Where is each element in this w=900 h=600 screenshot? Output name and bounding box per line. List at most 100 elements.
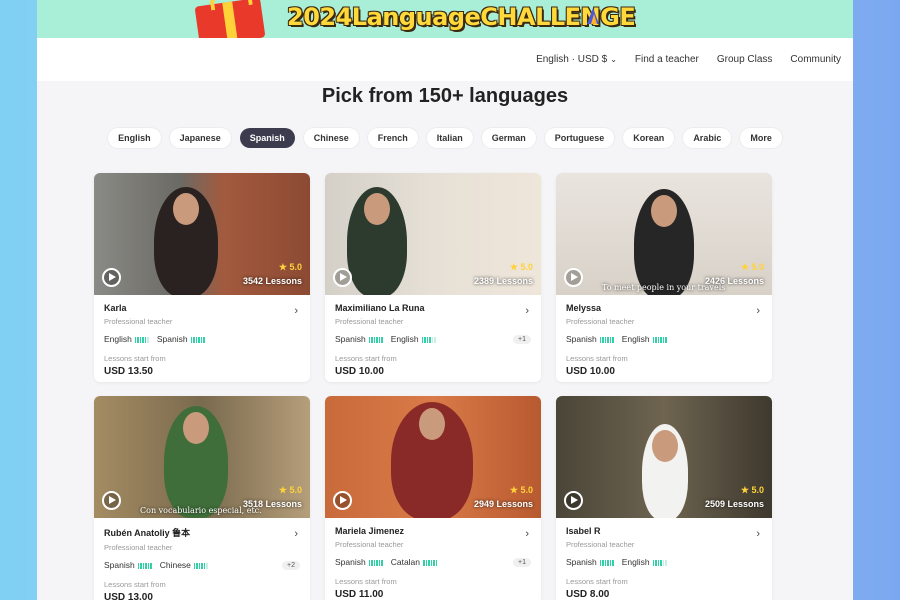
lessons-from-label: Lessons start from: [566, 354, 628, 363]
teacher-video-thumbnail[interactable]: ★ 5.0 2949 Lessons: [325, 396, 541, 518]
lesson-count: 2509 Lessons: [704, 499, 764, 509]
teacher-face: [183, 412, 209, 444]
rating: ★ 5.0: [279, 262, 302, 273]
spoken-languages: Spanish English: [566, 557, 762, 567]
chevron-right-icon[interactable]: ›: [525, 528, 529, 540]
lessons-from-label: Lessons start from: [104, 354, 166, 363]
more-languages-badge[interactable]: +1: [513, 557, 531, 567]
language-pill-chinese[interactable]: Chinese: [303, 128, 359, 148]
top-nav: English · USD $ ⌄ Find a teacher Group Cl…: [37, 38, 853, 81]
proficiency-level-icon: [652, 336, 667, 343]
proficiency-level-icon: [190, 336, 205, 343]
rating: ★ 5.0: [510, 485, 533, 496]
teacher-video-thumbnail[interactable]: ★ 5.0 2426 Lessons To meet people in your …: [556, 173, 772, 295]
play-icon[interactable]: [333, 491, 352, 510]
teacher-video-thumbnail[interactable]: ★ 5.0 3518 Lessons Con vocabulario especia…: [94, 396, 310, 518]
language-pill-italian[interactable]: Italian: [426, 128, 473, 148]
promo-banner[interactable]: 2024LanguageCHALLENGE: [37, 0, 853, 38]
teacher-role: Professional teacher: [566, 540, 635, 549]
rating-value: 5.0: [289, 485, 302, 495]
teacher-card[interactable]: ★ 5.0 2389 Lessons Maximiliano La Runa Prof…: [325, 173, 541, 382]
spoken-language: Spanish: [157, 334, 205, 344]
teacher-role: Professional teacher: [104, 543, 173, 552]
spoken-language: Catalan: [391, 557, 438, 567]
lesson-count: 2949 Lessons: [473, 499, 533, 509]
spoken-language: English: [104, 334, 149, 344]
lessons-from-label: Lessons start from: [566, 577, 628, 586]
rating: ★ 5.0: [741, 262, 764, 273]
language-pill-korean[interactable]: Korean: [623, 128, 675, 148]
play-icon[interactable]: [564, 491, 583, 510]
spoken-language: Spanish: [335, 334, 383, 344]
teacher-name[interactable]: Mariela Jimenez: [335, 526, 531, 536]
play-icon[interactable]: [564, 268, 583, 287]
teacher-grid: ★ 5.0 3542 Lessons Karla Professional teach…: [94, 173, 774, 600]
teacher-name[interactable]: Maximiliano La Runa: [335, 303, 531, 313]
teacher-info: Melyssa Professional teacher › Spanish Engli…: [556, 295, 772, 377]
teacher-name[interactable]: Melyssa: [566, 303, 762, 313]
rating-value: 5.0: [751, 262, 764, 272]
language-pill-spanish[interactable]: Spanish: [239, 128, 295, 148]
star-icon: ★: [740, 262, 752, 272]
language-pill-more[interactable]: More: [740, 128, 782, 148]
lesson-price: USD 13.00: [104, 592, 153, 600]
spoken-languages: Spanish English +1: [335, 334, 531, 344]
chevron-right-icon[interactable]: ›: [294, 305, 298, 317]
spoken-language: Chinese: [160, 560, 208, 570]
video-caption: Con vocabulario especial, etc.: [140, 506, 262, 515]
locale-selector[interactable]: English · USD $ ⌄: [536, 54, 617, 65]
page: 2024LanguageCHALLENGE English · USD $ ⌄ F…: [37, 0, 853, 600]
more-languages-badge[interactable]: +1: [513, 334, 531, 344]
play-icon[interactable]: [102, 268, 121, 287]
language-pill-english[interactable]: English: [108, 128, 161, 148]
lessons-from-label: Lessons start from: [104, 580, 166, 589]
chevron-right-icon[interactable]: ›: [756, 528, 760, 540]
chevron-right-icon[interactable]: ›: [756, 305, 760, 317]
star-icon: ★: [740, 485, 752, 495]
play-icon[interactable]: [102, 491, 121, 510]
nav-find-teacher[interactable]: Find a teacher: [635, 54, 699, 65]
teacher-video-thumbnail[interactable]: ★ 5.0 2509 Lessons: [556, 396, 772, 518]
teacher-name[interactable]: Isabel R: [566, 526, 762, 536]
teacher-name[interactable]: Karla: [104, 303, 300, 313]
teacher-name[interactable]: Rubén Anatoliy 鲁本: [104, 526, 300, 539]
lessons-from-label: Lessons start from: [335, 577, 397, 586]
teacher-photo: [347, 187, 407, 295]
more-languages-badge[interactable]: +2: [282, 560, 300, 570]
spoken-languages: Spanish Catalan +1: [335, 557, 531, 567]
proficiency-level-icon: [193, 562, 208, 569]
chevron-right-icon[interactable]: ›: [525, 305, 529, 317]
teacher-card[interactable]: ★ 5.0 3518 Lessons Con vocabulario especia…: [94, 396, 310, 600]
language-pill-german[interactable]: German: [481, 128, 536, 148]
spoken-language: English: [622, 557, 667, 567]
rating: ★ 5.0: [279, 485, 302, 496]
language-filter: English Japanese Spanish Chinese French Itali…: [37, 128, 853, 148]
teacher-card[interactable]: ★ 5.0 3542 Lessons Karla Professional teach…: [94, 173, 310, 382]
proficiency-level-icon: [423, 559, 438, 566]
lesson-price: USD 8.00: [566, 589, 610, 600]
chevron-down-icon: ⌄: [610, 55, 617, 64]
teacher-card[interactable]: ★ 5.0 2949 Lessons Mariela Jimenez Professi…: [325, 396, 541, 600]
language-pill-japanese[interactable]: Japanese: [169, 128, 231, 148]
nav-group-class[interactable]: Group Class: [717, 54, 773, 65]
language-pill-arabic[interactable]: Arabic: [683, 128, 732, 148]
lesson-count: 2389 Lessons: [473, 276, 533, 286]
teacher-card[interactable]: ★ 5.0 2426 Lessons To meet people in your …: [556, 173, 772, 382]
teacher-video-thumbnail[interactable]: ★ 5.0 3542 Lessons: [94, 173, 310, 295]
rating: ★ 5.0: [510, 262, 533, 273]
spoken-language-name: Spanish: [335, 334, 366, 344]
spoken-language: English: [622, 334, 667, 344]
teacher-card[interactable]: ★ 5.0 2509 Lessons Isabel R Professional te…: [556, 396, 772, 600]
chevron-right-icon[interactable]: ›: [294, 528, 298, 540]
teacher-video-thumbnail[interactable]: ★ 5.0 2389 Lessons: [325, 173, 541, 295]
rating-value: 5.0: [289, 262, 302, 272]
play-icon[interactable]: [333, 268, 352, 287]
language-pill-portuguese[interactable]: Portuguese: [544, 128, 615, 148]
star-icon: ★: [278, 262, 290, 272]
language-pill-french[interactable]: French: [367, 128, 418, 148]
nav-community[interactable]: Community: [790, 54, 841, 65]
spoken-language: Spanish: [104, 560, 152, 570]
proficiency-level-icon: [599, 559, 614, 566]
confetti-icon: [587, 8, 599, 24]
teacher-info: Mariela Jimenez Professional teacher › Span…: [325, 518, 541, 600]
